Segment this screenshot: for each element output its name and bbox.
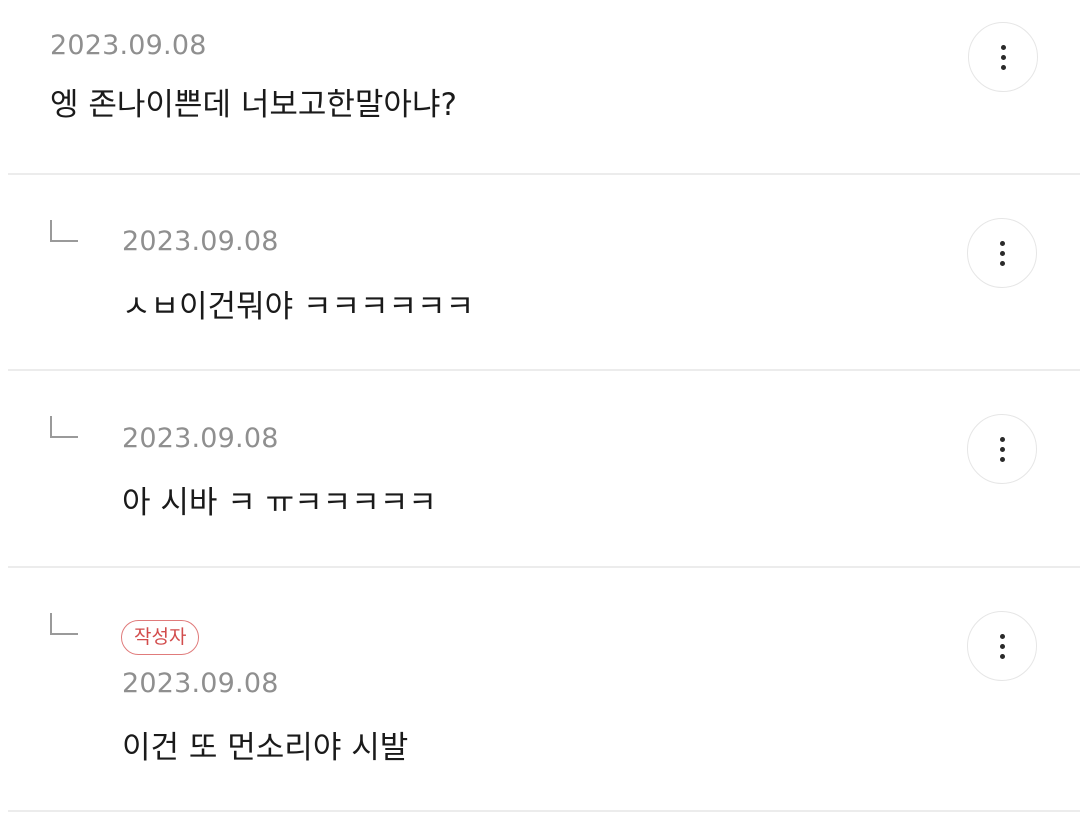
more-vertical-icon — [999, 240, 1005, 266]
more-options-button[interactable] — [967, 611, 1037, 681]
more-options-button[interactable] — [968, 22, 1038, 92]
author-badge: 작성자 — [121, 620, 200, 655]
comment-date: 2023.09.08 — [122, 668, 279, 699]
comment-date: 2023.09.08 — [122, 226, 279, 257]
more-options-button[interactable] — [967, 414, 1037, 484]
comment-text: 아 시바 ㅋ ㅠㅋㅋㅋㅋㅋ — [122, 485, 437, 521]
more-vertical-icon — [999, 633, 1005, 659]
reply-arrow-icon — [50, 416, 78, 438]
reply-item: 작성자 2023.09.08 이건 또 먼소리야 시발 — [0, 568, 1080, 812]
reply-item: 2023.09.08 아 시바 ㅋ ㅠㅋㅋㅋㅋㅋ — [0, 371, 1080, 567]
more-vertical-icon — [1000, 44, 1006, 70]
comment-item: 2023.09.08 엥 존나이쁜데 너보고한말아냐? — [0, 0, 1080, 175]
divider — [8, 810, 1080, 812]
reply-arrow-icon — [50, 220, 78, 242]
reply-arrow-icon — [50, 613, 78, 635]
more-vertical-icon — [999, 436, 1005, 462]
reply-item: 2023.09.08 ㅅㅂ이건뭐야 ㅋㅋㅋㅋㅋㅋ — [0, 175, 1080, 371]
comment-date: 2023.09.08 — [122, 423, 279, 454]
comment-text: ㅅㅂ이건뭐야 ㅋㅋㅋㅋㅋㅋ — [122, 289, 475, 325]
comment-text: 엥 존나이쁜데 너보고한말아냐? — [50, 87, 457, 123]
more-options-button[interactable] — [967, 218, 1037, 288]
comment-text: 이건 또 먼소리야 시발 — [122, 730, 409, 766]
comment-date: 2023.09.08 — [50, 30, 207, 61]
